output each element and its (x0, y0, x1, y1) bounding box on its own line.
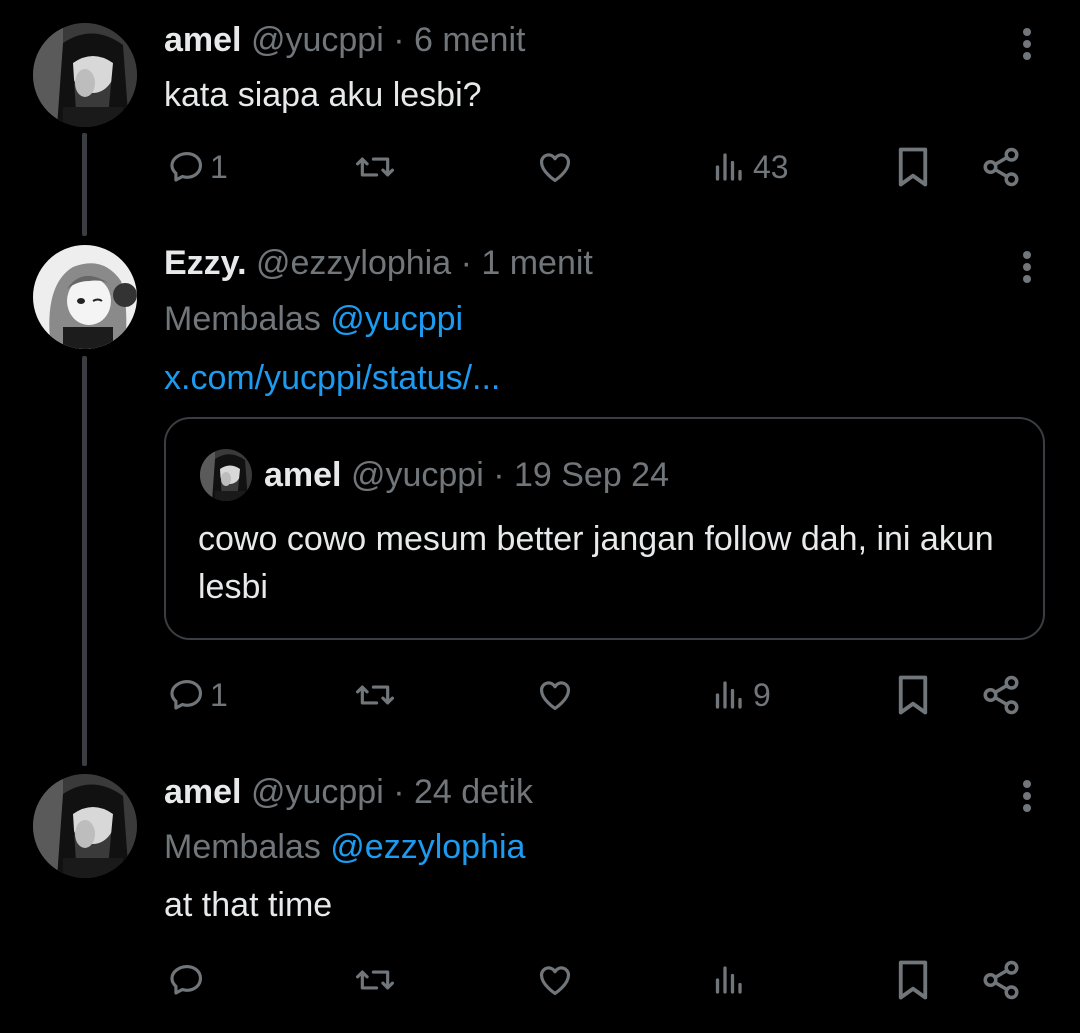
retweet-button[interactable] (354, 142, 400, 192)
views-button[interactable]: 9 (713, 670, 771, 720)
retweet-button[interactable] (354, 670, 400, 720)
reply-button[interactable]: 1 (168, 142, 228, 192)
views-icon (715, 153, 742, 181)
share-icon (983, 147, 1019, 187)
replying-to: Membalas @yucppi (164, 296, 463, 342)
quoted-tweet-header: amel @yucppi · 19 Sep 24 (264, 455, 669, 495)
tweet-header: amel @yucppi · 6 menit (164, 20, 525, 60)
display-name[interactable]: amel (164, 21, 242, 59)
views-icon (715, 681, 742, 709)
retweet-icon (356, 970, 394, 990)
display-name[interactable]: amel (164, 773, 242, 811)
bookmark-icon (898, 960, 928, 1000)
more-icon[interactable] (1016, 247, 1040, 287)
user-handle[interactable]: @ezzylophia (256, 244, 451, 282)
reply-icon (170, 964, 203, 995)
tweet-link[interactable]: x.com/yucppi/status/... (164, 355, 500, 401)
avatar[interactable] (33, 23, 137, 127)
like-button[interactable] (535, 142, 579, 192)
share-button[interactable] (980, 142, 1022, 192)
user-handle[interactable]: @yucppi (251, 21, 384, 59)
share-button[interactable] (980, 670, 1022, 720)
tweet-header: Ezzy. @ezzylophia · 1 menit (164, 243, 593, 283)
reply-icon (170, 151, 203, 182)
timestamp[interactable]: · 6 menit (393, 21, 525, 59)
share-icon (983, 960, 1019, 1000)
views-button[interactable]: 43 (713, 142, 789, 192)
timestamp[interactable]: · 24 detik (393, 773, 533, 811)
share-icon (983, 675, 1019, 715)
like-icon (539, 681, 571, 711)
reply-button[interactable]: 1 (168, 670, 228, 720)
views-count: 9 (753, 676, 771, 713)
quoted-avatar[interactable] (200, 449, 252, 501)
bookmark-button[interactable] (895, 142, 931, 192)
replying-to: Membalas @ezzylophia (164, 824, 525, 870)
bookmark-button[interactable] (895, 670, 931, 720)
reply-button[interactable] (168, 955, 210, 1005)
quoted-tweet-card[interactable]: amel @yucppi · 19 Sep 24 cowo cowo mesum… (164, 417, 1045, 640)
views-count: 43 (753, 148, 789, 185)
avatar[interactable] (33, 245, 137, 349)
tweet-text: kata siapa aku lesbi? (164, 76, 482, 114)
share-button[interactable] (980, 955, 1022, 1005)
mention-link[interactable]: @ezzylophia (330, 828, 525, 866)
replying-label: Membalas (164, 828, 321, 866)
mention-link[interactable]: @yucppi (330, 300, 463, 338)
quoted-tweet-text: cowo cowo mesum better jangan follow dah… (198, 520, 994, 606)
conversation-thread: amel @yucppi · 6 menit kata siapa aku le… (0, 0, 1080, 1033)
more-icon[interactable] (1016, 776, 1040, 816)
display-name[interactable]: Ezzy. (164, 244, 247, 282)
quoted-timestamp: · 19 Sep 24 (493, 456, 669, 494)
replying-label: Membalas (164, 300, 321, 338)
reply-count: 1 (210, 148, 228, 185)
like-icon (539, 966, 571, 996)
tweet[interactable]: amel @yucppi · 6 menit kata siapa aku le… (0, 0, 1080, 230)
quoted-display-name: amel (264, 456, 342, 494)
tweet-actions: 1 9 (0, 670, 1080, 720)
quoted-user-handle: @yucppi (350, 456, 484, 494)
bookmark-icon (898, 675, 928, 715)
retweet-button[interactable] (354, 955, 400, 1005)
views-icon (715, 966, 742, 994)
like-button[interactable] (535, 955, 579, 1005)
views-button[interactable] (713, 955, 753, 1005)
bookmark-button[interactable] (895, 955, 931, 1005)
tweet-text: at that time (164, 886, 333, 924)
bookmark-icon (898, 147, 928, 187)
timestamp[interactable]: · 1 menit (461, 244, 593, 282)
retweet-icon (356, 685, 394, 705)
retweet-icon (356, 157, 394, 177)
user-handle[interactable]: @yucppi (251, 773, 384, 811)
like-icon (539, 153, 571, 183)
tweet-actions: 1 43 (0, 142, 1080, 192)
reply-icon (170, 679, 203, 710)
avatar[interactable] (33, 774, 137, 878)
tweet-header: amel @yucppi · 24 detik (164, 772, 533, 812)
reply-count: 1 (210, 676, 228, 713)
tweet[interactable]: amel @yucppi · 24 detik Membalas @ezzylo… (0, 760, 1080, 1033)
more-icon[interactable] (1016, 24, 1040, 64)
tweet-actions (0, 955, 1080, 1005)
like-button[interactable] (535, 670, 579, 720)
